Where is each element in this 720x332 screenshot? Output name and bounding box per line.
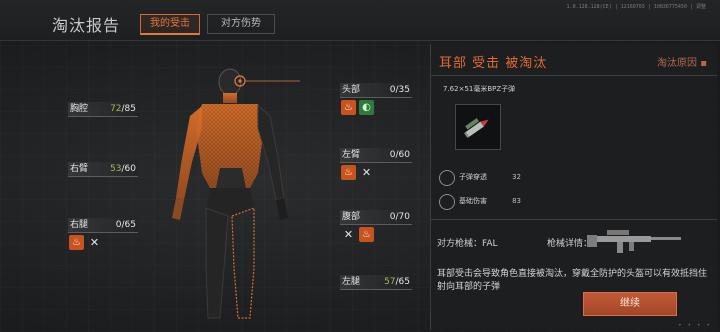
left-arm-status: 左臂 0/60 [340,148,412,163]
bullet-icon [463,118,489,139]
ammo-name: 7.62×51毫米BPZ子弹 [443,85,516,93]
right-leg-hp: 0/65 [115,220,136,230]
right-leg-status: 右腿 0/65 [68,218,138,233]
head-status-icons: ♨ ◐ [341,100,374,116]
info-icon: ▪ [700,58,707,69]
stat-base-damage-label: 基础伤害 [459,197,487,205]
head-hp: 0/35 [389,85,410,95]
stomach-status: 腹部 0/70 [340,210,412,225]
rifle-image[interactable] [587,222,687,256]
right-leg-status-icons: ♨ ✕ [69,235,102,251]
fracture-icon: ✕ [361,166,372,179]
chest-hp: 72/85 [110,104,136,114]
bleed-icon: ♨ [341,165,356,180]
divider [431,75,717,76]
elimination-detail-panel: 耳部 受击 被淘汰 淘汰原因 ▪ 7.62×51毫米BPZ子弹 子弹穿透 32 … [430,44,717,330]
chest-status: 胸腔 72/85 [68,102,138,117]
elimination-description: 耳部受击会导致角色直接被淘汰，穿戴全防护的头盔可以有效抵挡住射向耳部的子弹 [437,269,708,292]
header-bar: 淘汰报告 我的受击 对方伤势 1.0.128.128(CE) | 1216070… [0,0,720,41]
body-silhouette-image [172,68,300,319]
bleed-icon: ♨ [359,227,374,242]
stomach-label: 腹部 [342,212,361,222]
left-arm-hp: 0/60 [389,150,410,160]
stat-base-damage: 基础伤害 83 [437,192,521,210]
right-arm-hp: 53/60 [110,164,136,174]
fracture-icon: ✕ [89,236,100,249]
tab-my-hits[interactable]: 我的受击 [140,14,200,35]
penetration-icon [439,170,455,186]
chest-label: 胸腔 [70,104,89,114]
footer-dots: • • • • [678,322,712,329]
elimination-title: 耳部 受击 被淘汰 [439,56,548,71]
build-info: 1.0.128.128(CE) | 12160703 | 10836775450… [566,4,706,10]
page-title: 淘汰报告 [52,16,121,35]
stat-penetration-label: 子弹穿透 [459,173,487,181]
stomach-hp: 0/70 [389,212,410,222]
fracture-icon: ✕ [343,228,354,241]
bleed-icon: ♨ [69,235,84,250]
enemy-weapon-label: 对方枪械：FAL [437,239,498,249]
body-status-panel: 头部 0/35 ♨ ◐ 胸腔 72/85 左臂 0/60 ♨ ✕ 右臂 53/6… [0,40,428,332]
right-arm-label: 右臂 [70,164,89,174]
left-leg-label: 左腿 [342,277,361,287]
continue-button[interactable]: 继续 [583,292,677,316]
weapon-detail-label: 枪械详情： [547,239,593,249]
left-arm-status-icons: ♨ ✕ [341,165,374,181]
left-arm-label: 左臂 [342,150,361,160]
crosshair-icon [439,194,455,210]
left-leg-status: 左腿 57/65 [340,275,412,290]
head-label: 头部 [342,85,361,95]
stomach-status-icons: ✕ ♨ [341,227,374,243]
ammo-image [455,104,501,150]
right-arm-status: 右臂 53/60 [68,162,138,177]
divider [431,219,717,220]
stat-base-damage-value: 83 [512,197,521,205]
left-leg-hp: 57/65 [384,277,410,287]
head-status: 头部 0/35 [340,83,412,98]
elimination-reason-link[interactable]: 淘汰原因 ▪ [657,54,707,69]
bleed-icon: ♨ [341,100,356,115]
stat-penetration: 子弹穿透 32 [437,168,521,186]
stat-penetration-value: 32 [512,173,521,181]
tab-enemy-injuries[interactable]: 对方伤势 [207,14,275,34]
right-leg-label: 右腿 [70,220,89,230]
hearing-icon: ◐ [359,100,374,115]
